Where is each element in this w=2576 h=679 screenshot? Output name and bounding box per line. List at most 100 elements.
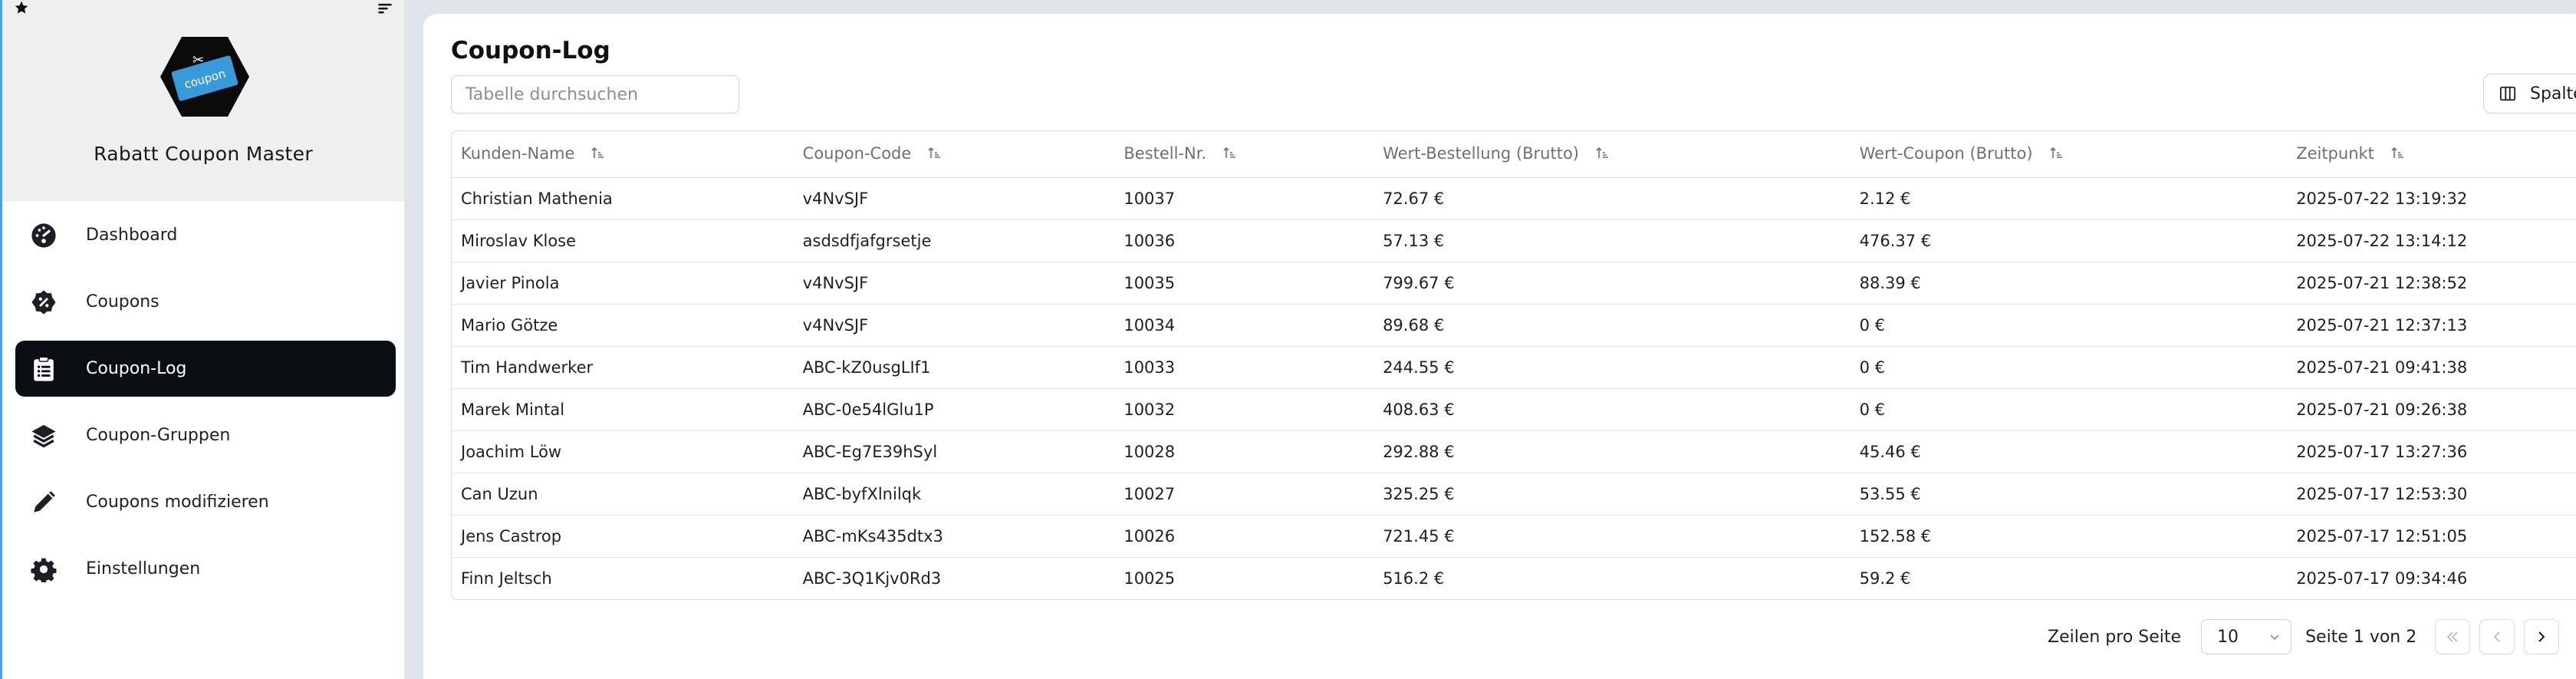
cell-wert-bestellung: 244.55 € — [1374, 346, 1851, 389]
cell-coupon-code: ABC-kZ0usgLIf1 — [793, 346, 1115, 389]
cell-wert-coupon: 0 € — [1850, 346, 2288, 389]
sort-icon[interactable] — [1223, 145, 1237, 163]
sort-icon[interactable] — [1596, 145, 1610, 163]
cell-coupon-code: asdsdfjafgrsetje — [793, 219, 1115, 262]
sidebar-item-einstellungen[interactable]: Einstellungen — [15, 541, 396, 597]
cell-zeitpunkt: 2025-07-22 13:14:12 — [2287, 219, 2576, 262]
sidebar-item-coupon-log[interactable]: Coupon-Log — [15, 341, 396, 397]
sidebar-header: coupon ✂ Rabatt Coupon Master — [2, 0, 404, 201]
table-row[interactable]: Marek Mintal ABC-0e54lGlu1P 10032 408.63 €0… — [452, 388, 2576, 431]
cell-kunden-name: Marek Mintal — [452, 388, 794, 431]
column-header-bestell-nr[interactable]: Bestell-Nr. — [1114, 131, 1374, 178]
cell-kunden-name: Joachim Löw — [452, 430, 794, 473]
cell-kunden-name: Can Uzun — [452, 473, 794, 516]
pencil-icon — [29, 488, 58, 517]
double-chevron-left-icon — [2446, 631, 2458, 642]
rows-per-page-label: Zeilen pro Seite — [2048, 627, 2182, 647]
cell-wert-bestellung: 292.88 € — [1374, 430, 1851, 473]
table-header-row: Kunden-Name Coupon-Code Bestell-Nr. Wert… — [452, 131, 2576, 178]
sort-filter-icon[interactable] — [377, 2, 398, 18]
sidebar-item-dashboard[interactable]: Dashboard — [15, 207, 396, 263]
cell-bestell-nr: 10036 — [1114, 219, 1374, 262]
sidebar-item-label: Dashboard — [86, 226, 178, 245]
cell-wert-bestellung: 72.67 € — [1374, 177, 1851, 220]
cell-zeitpunkt: 2025-07-21 09:41:38 — [2287, 346, 2576, 389]
cell-coupon-code: ABC-byfXlnilqk — [793, 473, 1115, 516]
search-input[interactable] — [451, 75, 739, 114]
cell-coupon-code: ABC-3Q1Kjv0Rd3 — [802, 569, 942, 588]
cell-wert-coupon: 2.12 € — [1850, 177, 2288, 220]
app-title: Rabatt Coupon Master — [94, 143, 313, 165]
table-row[interactable]: Joachim Löw ABC-Eg7E39hSyl 10028 292.88 €45… — [452, 430, 2576, 473]
cell-wert-coupon: 53.55 € — [1850, 473, 2288, 516]
column-header-wert-coupon[interactable]: Wert-Coupon (Brutto) — [1850, 131, 2288, 178]
pagination: Zeilen pro Seite 10 Seite 1 von 2 — [2048, 618, 2560, 655]
sort-icon[interactable] — [2049, 145, 2064, 163]
main-card: Coupon-Log Spalten Kunden-Name Coupon-Co… — [423, 14, 2576, 679]
cell-kunden-name: Miroslav Klose — [452, 219, 794, 262]
cell-kunden-name: Tim Handwerker — [452, 346, 794, 389]
sidebar-item-coupons[interactable]: Coupons — [15, 274, 396, 330]
column-header-kunden-name[interactable]: Kunden-Name — [452, 131, 794, 178]
cell-zeitpunkt: 2025-07-21 12:37:13 — [2287, 304, 2576, 347]
cell-wert-bestellung: 799.67 € — [1374, 262, 1851, 305]
cell-wert-coupon: 152.58 € — [1850, 515, 2288, 558]
gauge-icon — [29, 221, 58, 250]
cell-bestell-nr: 10034 — [1114, 304, 1374, 347]
cell-kunden-name: Finn Jeltsch — [461, 569, 552, 588]
cell-bestell-nr: 10033 — [1114, 346, 1374, 389]
table-row[interactable]: Mario Götze v4NvSJF 10034 89.68 €0 €2025-07… — [452, 304, 2576, 347]
first-page-button[interactable] — [2435, 619, 2471, 654]
table-row[interactable]: Finn Jeltsch ABC-3Q1Kjv0Rd3 10025 516.2 € 59… — [452, 557, 2576, 599]
table-row[interactable]: Jens Castrop ABC-mKs435dtx3 10026 721.45 €1… — [452, 515, 2576, 558]
cell-coupon-code: ABC-0e54lGlu1P — [793, 388, 1115, 431]
columns-button[interactable]: Spalten — [2483, 74, 2576, 114]
sidebar-item-coupons-modifizieren[interactable]: Coupons modifizieren — [15, 474, 396, 530]
cell-zeitpunkt: 2025-07-21 12:38:52 — [2287, 262, 2576, 305]
cell-bestell-nr: 10032 — [1114, 388, 1374, 431]
sort-icon[interactable] — [2391, 145, 2405, 163]
cell-kunden-name: Christian Mathenia — [452, 177, 794, 220]
cell-bestell-nr: 10035 — [1114, 262, 1374, 305]
cell-zeitpunkt: 2025-07-17 13:27:36 — [2287, 430, 2576, 473]
cell-wert-coupon: 0 € — [1850, 388, 2288, 431]
sidebar-item-label: Einstellungen — [86, 559, 201, 578]
cell-coupon-code: ABC-Eg7E39hSyl — [793, 430, 1115, 473]
rows-per-page-select[interactable]: 10 — [2201, 619, 2292, 654]
rows-per-page-value: 10 — [2217, 627, 2239, 647]
sidebar-item-label: Coupon-Log — [86, 359, 187, 378]
cell-bestell-nr: 10026 — [1114, 515, 1374, 558]
cell-bestell-nr: 10028 — [1114, 430, 1374, 473]
sidebar-nav: Dashboard Coupons Coupon-Log Coupon-Grup… — [15, 207, 396, 608]
discount-badge-icon — [29, 288, 58, 317]
column-header-wert-bestellung[interactable]: Wert-Bestellung (Brutto) — [1374, 131, 1851, 178]
page-info: Seite 1 von 2 — [2305, 627, 2417, 647]
next-page-button[interactable] — [2524, 619, 2560, 654]
columns-icon — [2499, 86, 2516, 101]
sidebar-item-coupon-gruppen[interactable]: Coupon-Gruppen — [15, 407, 396, 463]
cell-zeitpunkt: 2025-07-22 13:19:32 — [2287, 177, 2576, 220]
table-row[interactable]: Can Uzun ABC-byfXlnilqk 10027 325.25 €53.55… — [452, 473, 2576, 516]
chevron-down-icon — [2270, 635, 2279, 641]
cell-coupon-code: ABC-mKs435dtx3 — [793, 515, 1115, 558]
column-header-coupon-code[interactable]: Coupon-Code — [793, 131, 1115, 178]
cell-bestell-nr: 10037 — [1114, 177, 1374, 220]
clipboard-list-icon — [29, 354, 58, 384]
sort-icon[interactable] — [591, 145, 605, 163]
table-row[interactable]: Miroslav Klose asdsdfjafgrsetje 10036 57.13… — [452, 219, 2576, 262]
previous-page-button[interactable] — [2479, 619, 2515, 654]
coupon-log-table: Kunden-Name Coupon-Code Bestell-Nr. Wert… — [451, 130, 2576, 600]
gear-icon — [29, 555, 58, 584]
cell-coupon-code: v4NvSJF — [793, 304, 1115, 347]
chevron-left-icon — [2493, 631, 2500, 642]
star-icon[interactable] — [13, 0, 35, 17]
table-row[interactable]: Christian Mathenia v4NvSJF 10037 72.67 €2.1… — [452, 177, 2576, 220]
cell-wert-bestellung: 89.68 € — [1374, 304, 1851, 347]
table-row[interactable]: Tim Handwerker ABC-kZ0usgLIf1 10033 244.55 … — [452, 346, 2576, 389]
sort-icon[interactable] — [928, 145, 942, 163]
column-header-zeitpunkt[interactable]: Zeitpunkt — [2287, 131, 2576, 178]
app-logo: coupon ✂ — [159, 35, 251, 118]
cell-wert-coupon: 476.37 € — [1850, 219, 2288, 262]
columns-button-label: Spalten — [2530, 84, 2576, 104]
table-row[interactable]: Javier Pinola v4NvSJF 10035 799.67 €88.39 €… — [452, 262, 2576, 305]
